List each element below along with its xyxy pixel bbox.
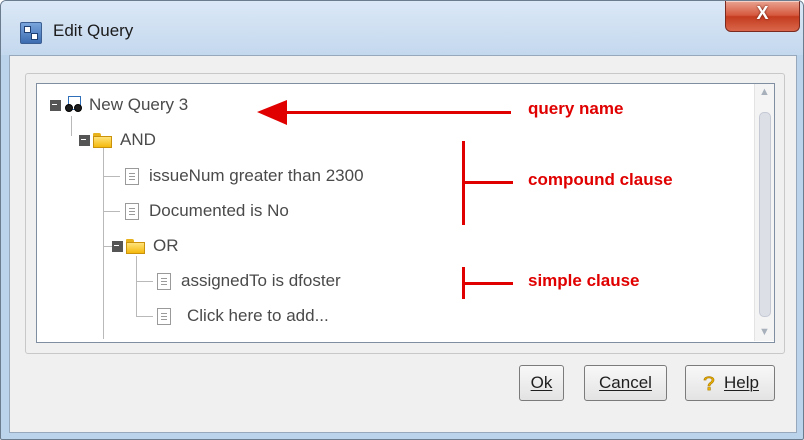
help-button-label: Help [724,373,759,392]
annotation-compound-clause: compound clause [528,170,673,189]
help-button[interactable]: Help [685,365,775,401]
ok-button[interactable]: Ok [519,365,564,401]
edit-query-dialog: Edit Query X New Query 3 AND issueNum gr… [0,0,804,440]
tree-node-clause-issuenum[interactable]: issueNum greater than 2300 [125,164,364,188]
tree-node-clause-assigned[interactable]: assignedTo is dfoster [157,269,341,293]
title-bar[interactable]: Edit Query X [1,1,803,55]
close-icon: X [756,3,769,23]
clause-label: Documented is No [149,201,289,220]
annotation-line-compound [462,181,513,184]
annotation-arrow-query-name [281,111,511,114]
scroll-thumb[interactable] [759,112,771,317]
and-label: AND [120,130,156,149]
annotation-query-name: query name [528,99,624,118]
collapse-icon[interactable] [50,99,61,111]
vertical-scrollbar[interactable]: ▲ ▼ [754,84,774,341]
add-clause-label: Click here to add... [187,306,329,325]
scroll-up-icon[interactable]: ▲ [755,84,774,101]
tree-node-query-root[interactable]: New Query 3 [50,93,188,117]
annotation-line-simple [462,282,513,285]
cancel-button[interactable]: Cancel [584,365,667,401]
question-mark-icon [703,376,715,391]
close-button[interactable]: X [725,1,800,32]
document-icon [157,307,171,325]
arrowhead-icon [257,100,287,125]
tree-connector [136,316,153,317]
tree-connector [136,256,137,316]
tree-node-or[interactable]: OR [112,234,179,258]
ok-button-label: Ok [530,373,553,392]
tree-connector [103,211,120,212]
document-icon [157,272,171,290]
tree-connector [103,136,104,339]
collapse-icon[interactable] [79,134,90,146]
query-name-label: New Query 3 [89,95,189,114]
or-label: OR [153,236,179,255]
tree-connector [136,281,153,282]
clause-label: issueNum greater than 2300 [149,166,364,185]
document-icon [125,202,139,220]
tree-connector [103,176,120,177]
cancel-button-label: Cancel [599,373,652,392]
window-title: Edit Query [53,21,134,40]
tree-node-clause-documented[interactable]: Documented is No [125,199,289,223]
scroll-down-icon[interactable]: ▼ [755,324,774,341]
folder-icon [126,238,146,254]
binoculars-query-icon [64,96,84,114]
clause-label: assignedTo is dfoster [181,271,341,290]
query-editor-icon [20,22,42,44]
collapse-icon[interactable] [112,240,123,252]
folder-icon [93,132,113,148]
tree-node-add-clause[interactable]: Click here to add... [157,304,329,328]
tree-node-and[interactable]: AND [79,128,156,152]
tree-connector [71,116,72,136]
annotation-simple-clause: simple clause [528,271,640,290]
query-tree[interactable]: New Query 3 AND issueNum greater than 23… [36,83,775,343]
document-icon [125,167,139,185]
